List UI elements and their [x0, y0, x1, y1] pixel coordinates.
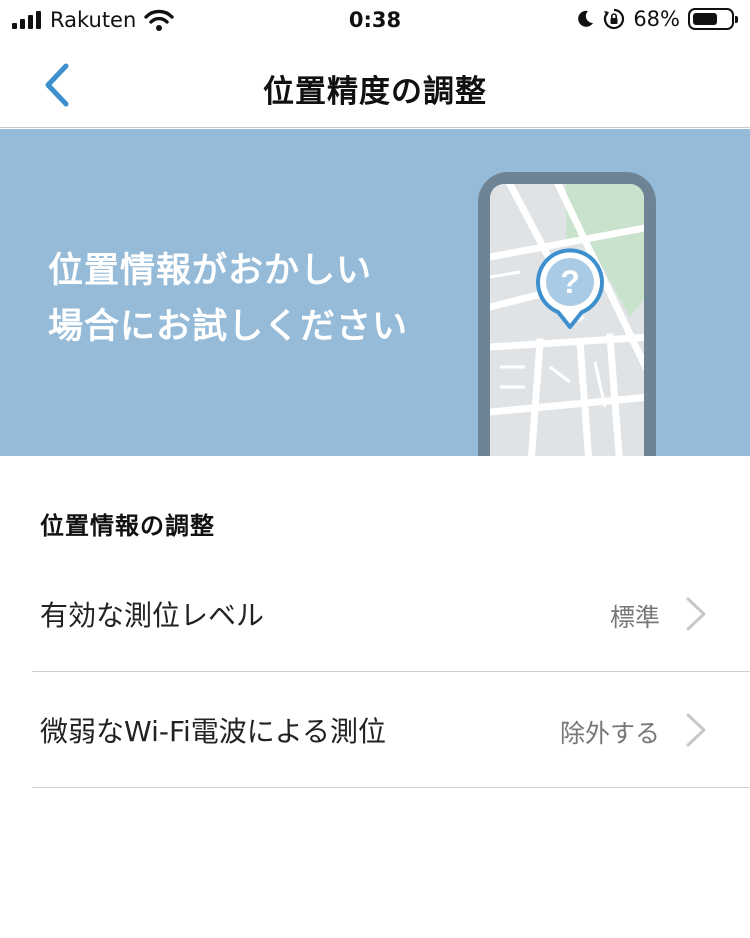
- status-bar: Rakuten 0:38 68%: [0, 0, 750, 42]
- setting-label: 有効な測位レベル: [40, 599, 265, 632]
- section-header: 位置情報の調整: [40, 512, 215, 540]
- nav-bar: 位置精度の調整: [0, 42, 750, 128]
- orientation-lock-icon: [604, 8, 625, 30]
- battery-nub: [735, 16, 738, 23]
- info-banner: 位置情報がおかしい 場合にお試しください ?: [0, 129, 750, 456]
- screen: Rakuten 0:38 68% 位置精度の調整 位置情報がおかしい 場合にお試…: [0, 0, 750, 938]
- question-mark-icon: ?: [560, 264, 580, 300]
- battery-level: [693, 13, 717, 25]
- setting-label: 微弱なWi-Fi電波による測位: [40, 715, 386, 748]
- moon-icon: [578, 10, 594, 27]
- setting-row-weak-wifi[interactable]: 微弱なWi-Fi電波による測位 除外する: [32, 672, 750, 788]
- setting-row-positioning-level[interactable]: 有効な測位レベル 標準: [32, 556, 750, 672]
- banner-text: 位置情報がおかしい 場合にお試しください: [48, 243, 408, 355]
- setting-value: 標準: [609, 603, 660, 632]
- status-right: 68%: [575, 7, 738, 31]
- chevron-right-icon: [686, 597, 706, 631]
- page-title: 位置精度の調整: [263, 74, 487, 110]
- banner-line-1: 位置情報がおかしい: [48, 251, 373, 291]
- phone-map-illustration: ?: [478, 172, 656, 456]
- battery-percent: 68%: [633, 7, 680, 31]
- setting-value: 除外する: [559, 719, 660, 748]
- banner-line-2: 場合にお試しください: [48, 307, 409, 347]
- battery-icon: [688, 8, 738, 30]
- chevron-right-icon: [686, 713, 706, 747]
